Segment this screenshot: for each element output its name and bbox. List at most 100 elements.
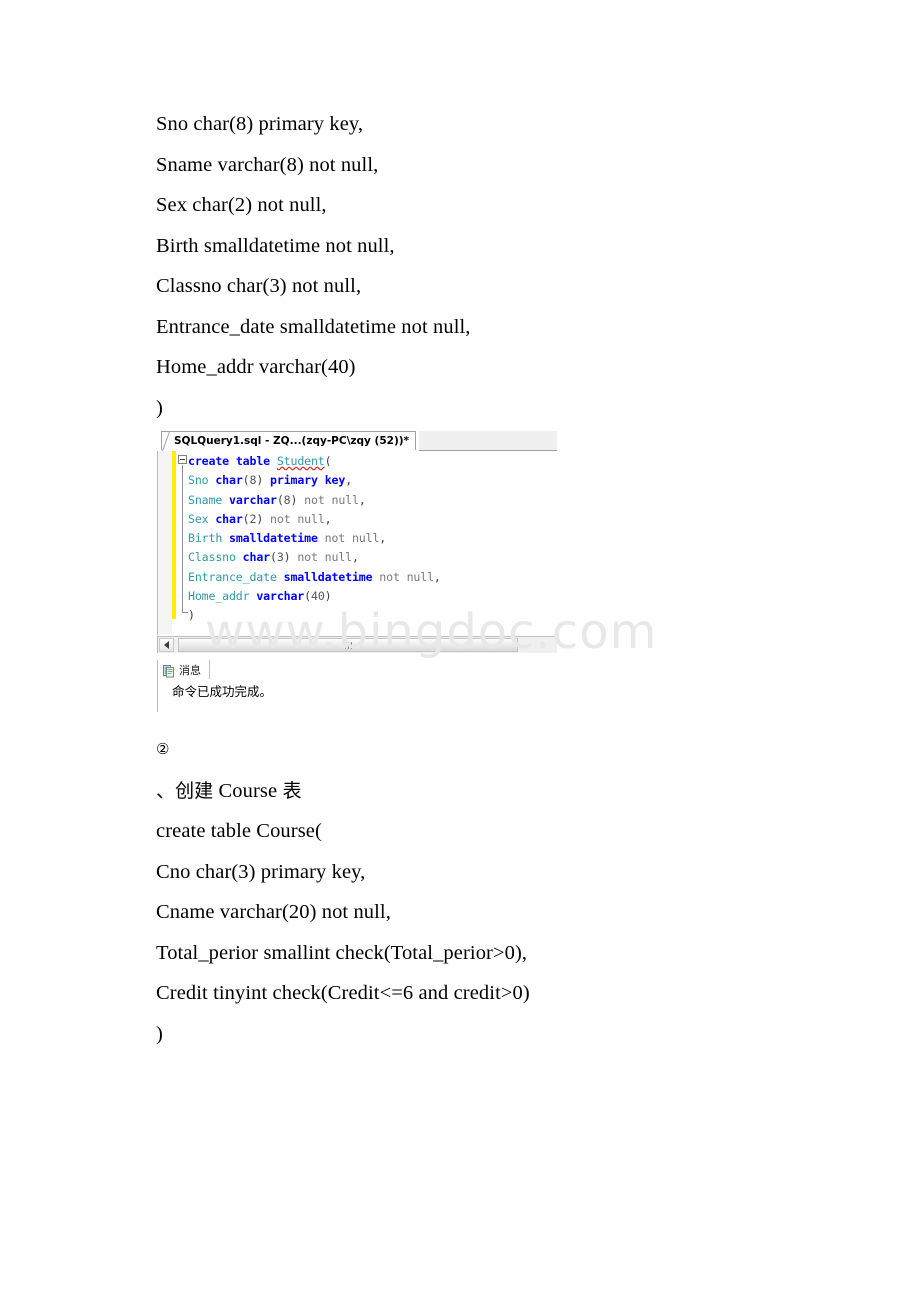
- doc-bottom-line: Cno char(3) primary key,: [156, 860, 366, 883]
- code-token: primary: [270, 473, 318, 488]
- code-token: 40: [310, 589, 325, 604]
- doc-text-run: 、创建: [156, 779, 214, 802]
- results-message-area: 命令已成功完成。: [158, 679, 557, 712]
- code-line: Sname varchar(8) not null,: [188, 491, 441, 510]
- editor-horizontal-scrollbar[interactable]: [157, 636, 557, 653]
- code-token: char: [215, 473, 243, 488]
- code-token: Home_addr: [188, 589, 250, 604]
- code-token: (: [276, 492, 284, 507]
- code-line: Sno char(8) primary key,: [188, 471, 441, 490]
- code-token: smalldatetime: [229, 531, 318, 546]
- code-token: create: [188, 454, 229, 468]
- fold-region-line: [182, 465, 183, 613]
- document-page: Sno char(8) primary key, Sname varchar(8)…: [0, 0, 920, 1302]
- code-token: ): [256, 511, 271, 526]
- code-line: Birth smalldatetime not null,: [188, 529, 441, 548]
- code-line: create table Student(: [188, 452, 441, 471]
- code-token: ,: [324, 511, 332, 526]
- code-token: ): [324, 589, 332, 604]
- tab-strip-empty-area: [419, 431, 557, 451]
- unsaved-change-bar: [172, 451, 176, 619]
- code-token: char: [242, 550, 270, 565]
- doc-text-run: Course: [213, 779, 283, 802]
- messages-document-icon: [163, 663, 175, 678]
- doc-bottom-line: Cname varchar(20) not null,: [156, 901, 391, 923]
- doc-bottom-line: ): [156, 1022, 163, 1045]
- code-token: 8: [283, 492, 291, 507]
- code-token: ): [188, 608, 195, 623]
- code-token: key: [324, 473, 346, 488]
- code-line: Classno char(3) not null,: [188, 548, 441, 567]
- ssms-screenshot: SQLQuery1.sql - ZQ...(zqy-PC\zqy (52))* …: [157, 431, 557, 713]
- code-token: ,: [433, 569, 441, 584]
- code-token: not null: [304, 492, 359, 507]
- results-tab-bar: 消息: [158, 660, 557, 680]
- code-token: Birth: [188, 531, 223, 546]
- code-token: Entrance_date: [188, 569, 277, 584]
- document-text-bottom: ② 、创建 Course 表 create table Course(Cno cha…: [156, 730, 856, 1054]
- results-pane: 消息 命令已成功完成。: [157, 660, 557, 712]
- code-token: ): [256, 473, 271, 488]
- doc-top-line: Entrance_date smalldatetime not null,: [156, 315, 471, 338]
- doc-bottom-line: ②: [156, 742, 170, 758]
- collapse-region-icon[interactable]: [178, 455, 187, 464]
- code-line: ): [188, 606, 441, 625]
- code-token: 3: [276, 550, 284, 565]
- doc-text-run: 表: [282, 779, 302, 802]
- tab-sqlquery1[interactable]: SQLQuery1.sql - ZQ...(zqy-PC\zqy (52))*: [161, 431, 417, 451]
- scroll-left-arrow-icon[interactable]: [159, 638, 174, 652]
- code-line: Sex char(2) not null,: [188, 510, 441, 529]
- sql-code-text: create table Student(Sno char(8) primary…: [188, 452, 441, 626]
- code-token: not null: [297, 550, 352, 565]
- code-token: (: [242, 511, 250, 526]
- code-token: (: [242, 473, 250, 488]
- code-token: Classno: [188, 550, 236, 565]
- code-token: varchar: [256, 589, 305, 604]
- code-token: not null: [324, 531, 380, 546]
- code-token: ,: [345, 473, 353, 488]
- code-token: Sex: [188, 511, 209, 526]
- scrollbar-grip-icon: [344, 641, 352, 649]
- code-token: smalldatetime: [283, 569, 373, 584]
- code-token: ): [283, 550, 298, 565]
- code-token: ,: [358, 492, 366, 507]
- scrollbar-thumb[interactable]: [178, 638, 518, 652]
- code-token: Sname: [188, 492, 223, 507]
- command-status-text: 命令已成功完成。: [172, 684, 273, 699]
- doc-top-line: ): [156, 396, 163, 419]
- code-line: Home_addr varchar(40): [188, 587, 441, 606]
- code-token: char: [215, 511, 243, 526]
- code-token: varchar: [229, 492, 277, 507]
- doc-top-line: Sno char(8) primary key,: [156, 113, 364, 135]
- code-token: table: [235, 454, 270, 468]
- tab-title-label: SQLQuery1.sql - ZQ...(zqy-PC\zqy (52))*: [174, 435, 410, 447]
- sql-editor-pane[interactable]: create table Student(Sno char(8) primary…: [157, 451, 557, 635]
- code-token: Student: [276, 454, 325, 468]
- code-token: not null: [379, 569, 434, 584]
- code-token: Sno: [188, 473, 209, 488]
- code-token: (: [304, 589, 311, 604]
- doc-bottom-line: Total_perior smallint check(Total_perior…: [156, 941, 528, 964]
- doc-bottom-line: Credit tinyint check(Credit<=6 and credi…: [156, 982, 530, 1004]
- editor-gutter: [158, 451, 172, 635]
- code-token: not null: [270, 511, 325, 526]
- doc-top-line: Sex char(2) not null,: [156, 194, 327, 216]
- doc-top-line: Sname varchar(8) not null,: [156, 153, 379, 176]
- messages-tab-label: 消息: [179, 663, 201, 677]
- doc-top-line: Birth smalldatetime not null,: [156, 234, 395, 257]
- document-text-top: Sno char(8) primary key, Sname varchar(8)…: [156, 104, 856, 428]
- tab-slant-edge: [162, 432, 176, 451]
- doc-top-line: Classno char(3) not null,: [156, 275, 362, 297]
- tab-messages[interactable]: 消息: [160, 660, 210, 679]
- code-token: (: [324, 454, 332, 468]
- code-token: (: [269, 550, 277, 565]
- editor-tab-strip: SQLQuery1.sql - ZQ...(zqy-PC\zqy (52))*: [157, 431, 557, 452]
